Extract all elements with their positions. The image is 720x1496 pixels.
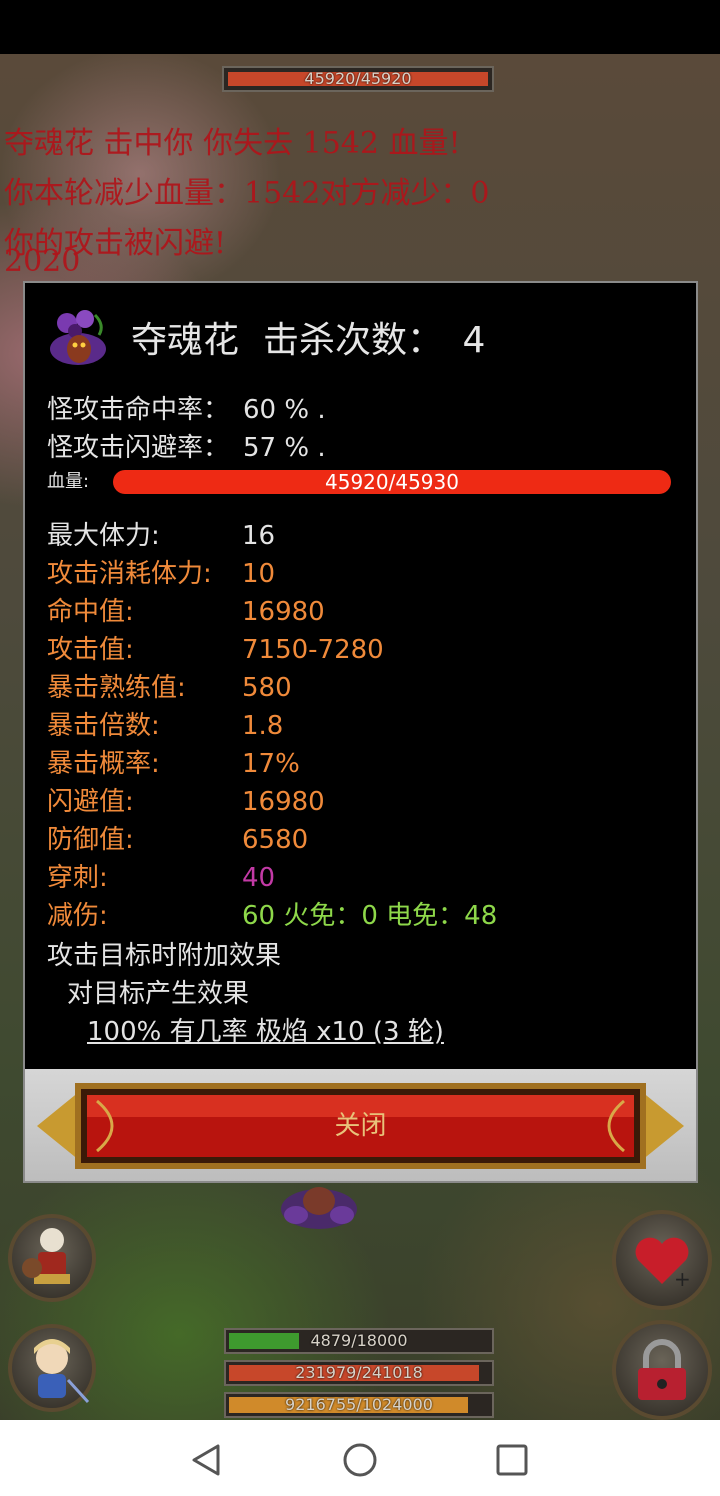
- effect-link[interactable]: 100% 有几率 极焰 x10 (3 轮): [87, 1015, 444, 1049]
- stat-label: 减伤:: [47, 901, 108, 931]
- monster-info-dialog: 夺魂花 击杀次数： 4 怪攻击命中率： 60 % . 怪攻击闪避率： 57 % . 血…: [23, 281, 698, 1183]
- experience-text: 9216755/1024000: [285, 1395, 433, 1414]
- battle-log-line: 2020: [4, 244, 81, 279]
- stat-label: 闪避值:: [47, 787, 134, 817]
- monster-sprite: [281, 1187, 357, 1229]
- stat-label: 暴击熟练值:: [47, 673, 186, 703]
- stat-label: 暴击概率:: [47, 749, 160, 779]
- stat-row: 闪避值: 16980: [47, 785, 325, 819]
- stat-label: 攻击消耗体力:: [47, 559, 212, 589]
- stat-value: 6580: [242, 825, 309, 855]
- monster-title: 夺魂花 击杀次数： 4: [131, 319, 509, 363]
- stat-value: 16: [242, 521, 276, 551]
- enemy-hp-text: 45920/45920: [304, 69, 412, 88]
- kill-count-label: 击杀次数：: [263, 320, 444, 361]
- enemy-hp-bar: 45920/45920: [222, 66, 494, 92]
- monster-hp-bar: 45920/45930: [113, 470, 671, 494]
- kill-count-value: 4: [462, 320, 486, 361]
- dodge-rate-row: 怪攻击闪避率： 57 % .: [47, 431, 326, 465]
- stat-value: 10: [242, 559, 276, 589]
- status-bar: [0, 0, 720, 54]
- pet-avatar-skeleton[interactable]: [8, 1214, 96, 1302]
- skeleton-icon: [22, 1228, 70, 1284]
- back-triangle-icon[interactable]: [186, 1440, 226, 1480]
- stamina-text: 4879/18000: [310, 1331, 408, 1350]
- stat-value: 16980: [242, 787, 325, 817]
- stat-row: 最大体力: 16: [47, 519, 275, 553]
- effects-header: 攻击目标时附加效果: [47, 941, 282, 971]
- stat-value: 40: [242, 863, 276, 893]
- stat-row: 攻击消耗体力: 10: [47, 557, 275, 591]
- monster-hp-value: 45920/45930: [325, 470, 459, 494]
- navigation-bar: [0, 1420, 720, 1496]
- stat-value: 60 火免：0 电免：48: [242, 901, 498, 931]
- stat-row: 命中值: 16980: [47, 595, 325, 629]
- stat-value: 16980: [242, 597, 325, 627]
- close-button[interactable]: 关闭: [37, 1081, 684, 1171]
- hit-rate-value: 60 % .: [243, 395, 326, 425]
- dodge-rate-label: 怪攻击闪避率：: [47, 433, 230, 463]
- stat-label: 命中值:: [47, 597, 134, 627]
- stat-value: 580: [242, 673, 292, 703]
- stat-row: 暴击倍数: 1.8: [47, 709, 283, 743]
- stat-row: 减伤: 60 火免：0 电免：48: [47, 899, 497, 933]
- lock-icon: [638, 1339, 686, 1400]
- hit-rate-row: 怪攻击命中率： 60 % .: [47, 393, 326, 427]
- dialog-footer: 关闭: [25, 1069, 696, 1181]
- experience-bar: 9216755/1024000: [224, 1392, 494, 1418]
- recent-square-icon[interactable]: [492, 1440, 532, 1480]
- stat-label: 穿刺:: [47, 863, 108, 893]
- stat-row: 防御值: 6580: [47, 823, 308, 857]
- hero-icon: [34, 1339, 90, 1404]
- stat-value: 7150-7280: [242, 635, 384, 665]
- heart-plus-icon: +: [635, 1237, 691, 1291]
- battle-log-line: 夺魂花 击中你 你失去 1542 血量!: [4, 126, 461, 161]
- dodge-rate-value: 57 % .: [243, 433, 326, 463]
- effect-text: 100% 有几率 极焰 x10 (3 轮): [87, 1017, 444, 1047]
- health-text: 231979/241018: [295, 1363, 423, 1382]
- stat-row: 穿刺: 40: [47, 861, 275, 895]
- stat-row: 暴击概率: 17%: [47, 747, 300, 781]
- monster-name: 夺魂花: [131, 320, 240, 361]
- stat-value: 1.8: [242, 711, 284, 741]
- stat-label: 最大体力:: [47, 521, 160, 551]
- svg-text:+: +: [674, 1267, 691, 1291]
- stat-row: 攻击值: 7150-7280: [47, 633, 384, 667]
- heal-button[interactable]: +: [612, 1210, 712, 1310]
- lock-button[interactable]: [612, 1320, 712, 1420]
- stat-label: 防御值:: [47, 825, 134, 855]
- close-label: 关闭: [334, 1111, 387, 1141]
- stat-row: 暴击熟练值: 580: [47, 671, 292, 705]
- stat-label: 暴击倍数:: [47, 711, 160, 741]
- flower-monster-icon: [45, 305, 111, 371]
- hit-rate-label: 怪攻击命中率：: [47, 395, 230, 425]
- hp-label: 血量:: [47, 471, 90, 492]
- health-bar: 231979/241018: [224, 1360, 494, 1386]
- player-avatar[interactable]: [8, 1324, 96, 1412]
- home-circle-icon[interactable]: [340, 1440, 380, 1480]
- stamina-bar: 4879/18000: [224, 1328, 494, 1354]
- effects-subheader: 对目标产生效果: [67, 979, 250, 1009]
- stat-label: 攻击值:: [47, 635, 134, 665]
- stat-value: 17%: [242, 749, 300, 779]
- battle-log-line: 你本轮减少血量：1542对方减少：0: [4, 176, 490, 211]
